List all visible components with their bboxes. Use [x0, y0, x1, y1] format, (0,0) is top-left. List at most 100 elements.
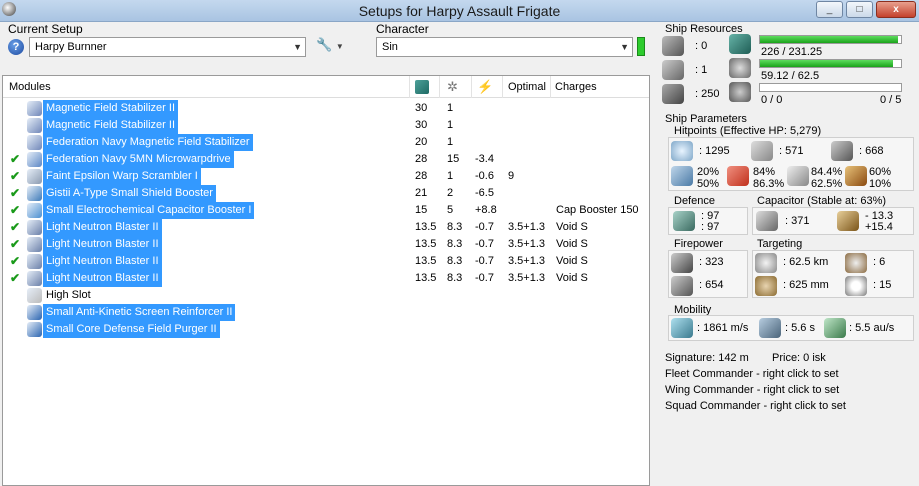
- targeting-range-icon: [755, 253, 777, 273]
- module-name[interactable]: High Slot: [43, 287, 94, 304]
- module-powergrid: 1: [447, 136, 454, 148]
- firepower-value-b: : 654: [699, 279, 724, 291]
- module-charge[interactable]: Void S: [556, 270, 588, 287]
- turret-dps-icon: [671, 253, 693, 273]
- module-cpu: 28: [415, 170, 428, 182]
- warp-speed-icon: [824, 318, 846, 338]
- explosive-resist-top: 60%: [869, 166, 892, 178]
- capacitor-amount: : 371: [785, 215, 810, 227]
- cpu-icon[interactable]: [415, 80, 429, 94]
- module-capacitor: -3.4: [475, 153, 494, 165]
- module-row[interactable]: ✔ Light Neutron Blaster II 13.5 8.3 -0.7 3.5+…: [3, 253, 649, 270]
- minimize-button[interactable]: _: [816, 1, 843, 18]
- module-charge[interactable]: Void S: [556, 236, 588, 253]
- module-row[interactable]: High Slot: [3, 287, 649, 304]
- module-row[interactable]: Magnetic Field Stabilizer II 30 1: [3, 117, 649, 134]
- module-name[interactable]: Gistii A-Type Small Shield Booster: [43, 185, 216, 202]
- module-name[interactable]: Magnetic Field Stabilizer II: [43, 117, 178, 134]
- module-row[interactable]: ✔ Faint Epsilon Warp Scrambler I 28 1 -0.6 9: [3, 168, 649, 185]
- charges-column-header[interactable]: Charges: [555, 81, 597, 93]
- armor-icon: [751, 141, 773, 161]
- modules-column-header[interactable]: Modules: [9, 81, 51, 93]
- em-resist-icon: [671, 166, 693, 186]
- active-check-icon[interactable]: ✔: [10, 203, 20, 217]
- capacitor-icon[interactable]: ⚡: [477, 80, 493, 94]
- module-row[interactable]: Small Anti-Kinetic Screen Reinforcer II: [3, 304, 649, 321]
- module-row[interactable]: Small Core Defense Field Purger II: [3, 321, 649, 338]
- active-check-icon[interactable]: ✔: [10, 152, 20, 166]
- column-divider: [502, 76, 503, 98]
- module-cpu: 15: [415, 204, 428, 216]
- velocity-value: : 1861 m/s: [697, 322, 749, 334]
- module-name[interactable]: Magnetic Field Stabilizer II: [43, 100, 178, 117]
- module-name[interactable]: Faint Epsilon Warp Scrambler I: [43, 168, 201, 185]
- squad-commander-slot[interactable]: Squad Commander - right click to set: [665, 400, 846, 412]
- max-targets-value: : 6: [873, 256, 886, 268]
- module-cpu: 28: [415, 153, 428, 165]
- module-name[interactable]: Small Core Defense Field Purger II: [43, 321, 220, 338]
- cpu-icon: [729, 34, 751, 54]
- maximize-button[interactable]: □: [846, 1, 873, 18]
- module-capacitor: -0.6: [475, 170, 494, 182]
- setup-tools-button[interactable]: 🔧 ▼: [316, 37, 356, 57]
- scan-resolution-value: : 625 mm: [783, 279, 829, 291]
- module-row[interactable]: ✔ Gistii A-Type Small Shield Booster 21 2 -6…: [3, 185, 649, 202]
- column-divider: [550, 76, 551, 98]
- module-icon: [27, 169, 42, 184]
- module-optimal: 3.5+1.3: [508, 272, 546, 284]
- dropdown-arrow-icon: ▼: [335, 42, 344, 51]
- active-check-icon[interactable]: ✔: [10, 186, 20, 200]
- module-optimal: 3.5+1.3: [508, 221, 546, 233]
- module-name[interactable]: Federation Navy Magnetic Field Stabilize…: [43, 134, 253, 151]
- module-name[interactable]: Federation Navy 5MN Microwarpdrive: [43, 151, 234, 168]
- module-icon: [27, 186, 42, 201]
- window-title: Setups for Harpy Assault Frigate: [358, 3, 561, 19]
- active-check-icon[interactable]: ✔: [10, 169, 20, 183]
- ship-price: Price: 0 isk: [772, 352, 826, 364]
- setup-select[interactable]: Harpy Burnner ▼: [29, 37, 306, 57]
- powergrid-bar: [759, 59, 902, 68]
- module-charge[interactable]: Cap Booster 150: [556, 202, 639, 219]
- module-cpu: 21: [415, 187, 428, 199]
- module-row[interactable]: ✔ Light Neutron Blaster II 13.5 8.3 -0.7 3.5+…: [3, 236, 649, 253]
- align-time-icon: [759, 318, 781, 338]
- module-capacitor: -6.5: [475, 187, 494, 199]
- module-name[interactable]: Small Electrochemical Capacitor Booster …: [43, 202, 255, 219]
- module-name[interactable]: Light Neutron Blaster II: [43, 270, 162, 287]
- help-icon[interactable]: ?: [8, 39, 24, 55]
- active-drones-value: 0 / 5: [880, 94, 902, 106]
- module-powergrid: 5: [447, 204, 454, 216]
- module-charge[interactable]: Void S: [556, 253, 588, 270]
- optimal-column-header[interactable]: Optimal: [508, 81, 546, 93]
- module-row[interactable]: ✔ Light Neutron Blaster II 13.5 8.3 -0.7 3.5+…: [3, 219, 649, 236]
- powergrid-icon[interactable]: ✲: [447, 80, 461, 94]
- module-name[interactable]: Light Neutron Blaster II: [43, 219, 162, 236]
- firepower-value-a: : 323: [699, 256, 724, 268]
- module-powergrid: 2: [447, 187, 454, 199]
- fleet-commander-slot[interactable]: Fleet Commander - right click to set: [665, 368, 839, 380]
- module-icon: [27, 237, 42, 252]
- character-select[interactable]: Sin ▼: [376, 37, 633, 57]
- active-check-icon[interactable]: ✔: [10, 254, 20, 268]
- module-row[interactable]: ✔ Federation Navy 5MN Microwarpdrive 28 15 -…: [3, 151, 649, 168]
- active-check-icon[interactable]: ✔: [10, 237, 20, 251]
- module-row[interactable]: Federation Navy Magnetic Field Stabilize…: [3, 134, 649, 151]
- module-name[interactable]: Light Neutron Blaster II: [43, 253, 162, 270]
- column-divider: [409, 76, 410, 98]
- module-powergrid: 15: [447, 153, 460, 165]
- module-name[interactable]: Small Anti-Kinetic Screen Reinforcer II: [43, 304, 236, 321]
- armor-hp-value: : 571: [779, 145, 804, 157]
- module-icon: [27, 305, 42, 320]
- module-row[interactable]: ✔ Small Electrochemical Capacitor Booster…: [3, 202, 649, 219]
- cpu-bar-fill: [760, 36, 898, 43]
- close-button[interactable]: x: [876, 1, 916, 18]
- module-charge[interactable]: Void S: [556, 219, 588, 236]
- active-check-icon[interactable]: ✔: [10, 271, 20, 285]
- sensor-strength-icon: [845, 276, 867, 296]
- module-name[interactable]: Light Neutron Blaster II: [43, 236, 162, 253]
- module-row[interactable]: ✔ Light Neutron Blaster II 13.5 8.3 -0.7 3.5+…: [3, 270, 649, 287]
- module-row[interactable]: Magnetic Field Stabilizer II 30 1: [3, 100, 649, 117]
- wing-commander-slot[interactable]: Wing Commander - right click to set: [665, 384, 839, 396]
- targeting-label: Targeting: [757, 238, 803, 250]
- active-check-icon[interactable]: ✔: [10, 220, 20, 234]
